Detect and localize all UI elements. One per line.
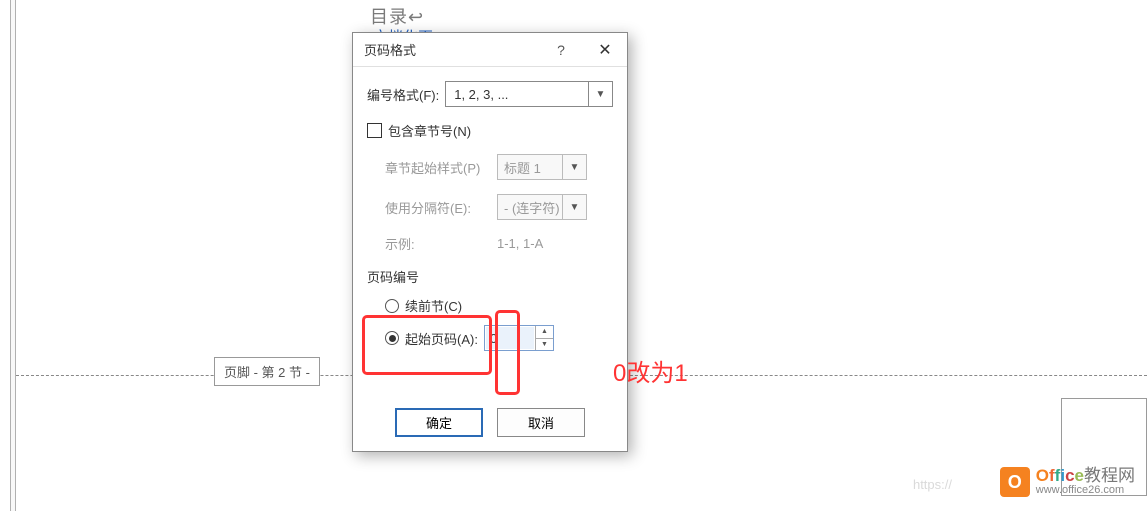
include-chapter-checkbox[interactable] <box>367 123 382 138</box>
faded-url: https:// <box>913 477 952 492</box>
start-at-spinner[interactable]: ▲ ▼ <box>484 325 554 351</box>
chevron-down-icon: ▼ <box>588 81 612 107</box>
dialog-titlebar[interactable]: 页码格式 ? ✕ <box>353 33 627 67</box>
page-number-format-dialog: 页码格式 ? ✕ 编号格式(F): 1, 2, 3, ... ▼ 包含章节号(N… <box>352 32 628 452</box>
help-button[interactable]: ? <box>539 33 583 67</box>
chapter-style-label: 章节起始样式(P) <box>385 158 497 177</box>
continue-previous-radio[interactable] <box>385 299 399 313</box>
continue-previous-label: 续前节(C) <box>405 296 462 315</box>
number-format-value: 1, 2, 3, ... <box>454 87 508 102</box>
number-format-select[interactable]: 1, 2, 3, ... ▼ <box>445 81 613 107</box>
close-button[interactable]: ✕ <box>583 33 627 67</box>
annotation-text: 0改为1 <box>613 353 688 388</box>
logo-icon: O <box>1000 467 1030 497</box>
ok-button[interactable]: 确定 <box>395 408 483 437</box>
chapter-style-select: 标题 1 ▼ <box>497 154 587 180</box>
start-at-radio[interactable] <box>385 331 399 345</box>
chapter-style-value: 标题 1 <box>504 158 541 177</box>
logo-sub-text: www.office26.com <box>1036 485 1135 497</box>
start-at-input[interactable] <box>486 327 534 349</box>
spinner-down-button[interactable]: ▼ <box>536 339 553 351</box>
chevron-down-icon: ▼ <box>562 194 586 220</box>
example-value: 1-1, 1-A <box>497 236 543 251</box>
separator-select: - (连字符) ▼ <box>497 194 587 220</box>
cancel-button[interactable]: 取消 <box>497 408 585 437</box>
separator-value: - (连字符) <box>504 198 560 217</box>
page-numbering-group-label: 页码编号 <box>367 267 613 286</box>
left-ruler <box>10 0 16 511</box>
site-logo: O Office教程网 www.office26.com <box>1000 467 1135 497</box>
chevron-down-icon: ▼ <box>562 154 586 180</box>
dialog-title: 页码格式 <box>364 40 416 59</box>
start-at-label: 起始页码(A): <box>405 329 478 348</box>
number-format-label: 编号格式(F): <box>367 85 439 104</box>
footer-section-tag: 页脚 - 第 2 节 - <box>214 357 320 386</box>
spinner-up-button[interactable]: ▲ <box>536 326 553 339</box>
separator-label: 使用分隔符(E): <box>385 198 497 217</box>
example-label: 示例: <box>385 234 497 253</box>
logo-main-text: Office教程网 <box>1036 467 1135 485</box>
include-chapter-label: 包含章节号(N) <box>388 121 471 140</box>
